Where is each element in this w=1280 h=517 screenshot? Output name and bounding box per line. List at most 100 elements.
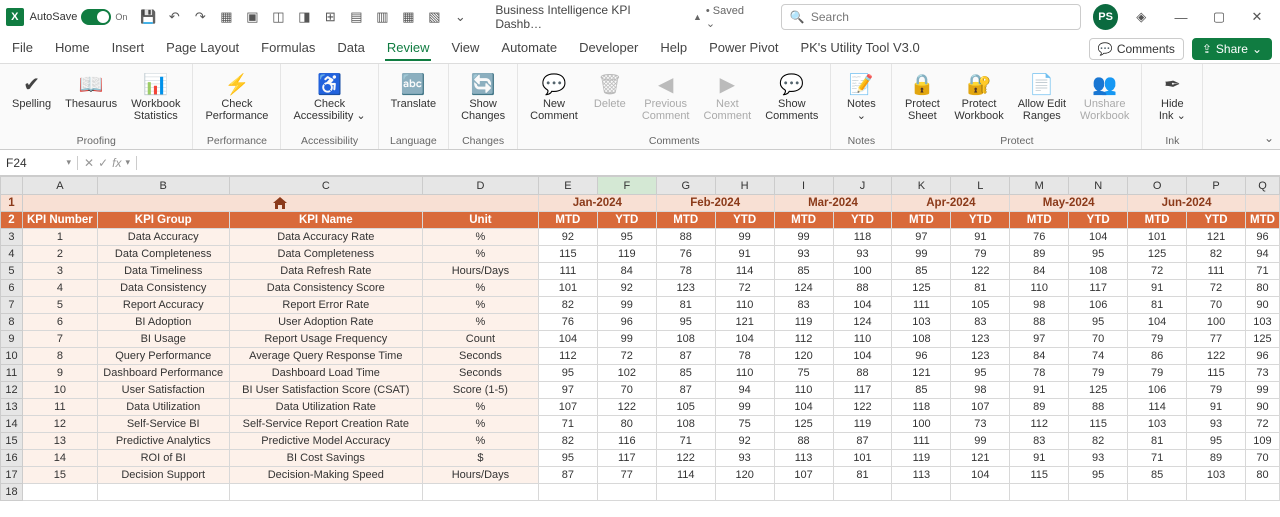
table-cell[interactable]: 117: [597, 450, 656, 467]
table-cell[interactable]: 82: [538, 433, 597, 450]
row-header[interactable]: 18: [1, 484, 23, 501]
table-cell[interactable]: 107: [951, 399, 1010, 416]
table-cell[interactable]: Data Accuracy: [97, 229, 229, 246]
table-cell[interactable]: [774, 484, 833, 501]
table-cell[interactable]: 88: [656, 229, 715, 246]
table-cell[interactable]: 110: [774, 382, 833, 399]
table-cell[interactable]: 88: [774, 433, 833, 450]
tab-home[interactable]: Home: [53, 36, 92, 61]
tab-power-pivot[interactable]: Power Pivot: [707, 36, 780, 61]
table-cell[interactable]: 93: [715, 450, 774, 467]
table-cell[interactable]: 75: [774, 365, 833, 382]
table-cell[interactable]: 118: [833, 229, 892, 246]
table-cell[interactable]: 3: [22, 263, 97, 280]
table-cell[interactable]: %: [422, 280, 538, 297]
save-icon[interactable]: 💾: [139, 8, 157, 26]
table-cell[interactable]: 2: [22, 246, 97, 263]
qat-btn-7[interactable]: ▥: [373, 8, 391, 26]
table-cell[interactable]: 108: [656, 416, 715, 433]
table-cell[interactable]: 78: [656, 263, 715, 280]
table-cell[interactable]: Report Accuracy: [97, 297, 229, 314]
table-cell[interactable]: 81: [656, 297, 715, 314]
table-cell[interactable]: 7: [22, 331, 97, 348]
table-cell[interactable]: 115: [1187, 365, 1246, 382]
table-cell[interactable]: 124: [833, 314, 892, 331]
table-cell[interactable]: BI Usage: [97, 331, 229, 348]
table-cell[interactable]: 88: [1010, 314, 1069, 331]
table-cell[interactable]: 82: [1069, 433, 1128, 450]
table-cell[interactable]: 79: [1128, 331, 1187, 348]
table-cell[interactable]: 70: [1245, 450, 1279, 467]
table-cell[interactable]: 119: [892, 450, 951, 467]
table-cell[interactable]: 104: [538, 331, 597, 348]
table-cell[interactable]: 9: [22, 365, 97, 382]
table-cell[interactable]: 80: [1245, 467, 1279, 484]
table-cell[interactable]: 95: [538, 365, 597, 382]
row-header[interactable]: 8: [1, 314, 23, 331]
col-header-C[interactable]: C: [229, 177, 422, 195]
name-box[interactable]: F24 ▾: [0, 156, 78, 170]
qat-btn-9[interactable]: ▧: [425, 8, 443, 26]
table-cell[interactable]: 85: [1128, 467, 1187, 484]
save-status[interactable]: ▲ • Saved ⌄: [693, 5, 755, 30]
tab-page-layout[interactable]: Page Layout: [164, 36, 241, 61]
table-cell[interactable]: %: [422, 229, 538, 246]
table-cell[interactable]: 85: [656, 365, 715, 382]
table-cell[interactable]: 98: [1010, 297, 1069, 314]
table-cell[interactable]: 122: [833, 399, 892, 416]
row-header[interactable]: 10: [1, 348, 23, 365]
table-cell[interactable]: Predictive Model Accuracy: [229, 433, 422, 450]
table-cell[interactable]: 75: [715, 416, 774, 433]
table-cell[interactable]: 92: [597, 280, 656, 297]
qat-btn-5[interactable]: ⊞: [321, 8, 339, 26]
table-cell[interactable]: %: [422, 246, 538, 263]
row-header[interactable]: 16: [1, 450, 23, 467]
table-cell[interactable]: [892, 484, 951, 501]
tab-file[interactable]: File: [10, 36, 35, 61]
table-cell[interactable]: 103: [892, 314, 951, 331]
table-cell[interactable]: 84: [597, 263, 656, 280]
table-cell[interactable]: 13: [22, 433, 97, 450]
table-cell[interactable]: %: [422, 433, 538, 450]
table-cell[interactable]: 95: [1069, 314, 1128, 331]
table-cell[interactable]: 97: [892, 229, 951, 246]
table-cell[interactable]: 76: [538, 314, 597, 331]
table-cell[interactable]: 72: [597, 348, 656, 365]
table-cell[interactable]: 11: [22, 399, 97, 416]
table-cell[interactable]: 78: [715, 348, 774, 365]
table-cell[interactable]: 122: [1187, 348, 1246, 365]
table-cell[interactable]: 89: [1010, 246, 1069, 263]
table-cell[interactable]: 78: [1010, 365, 1069, 382]
table-cell[interactable]: [1010, 484, 1069, 501]
col-header-D[interactable]: D: [422, 177, 538, 195]
table-cell[interactable]: %: [422, 297, 538, 314]
table-cell[interactable]: 121: [892, 365, 951, 382]
table-cell[interactable]: 83: [1010, 433, 1069, 450]
table-cell[interactable]: 114: [715, 263, 774, 280]
table-cell[interactable]: 121: [951, 450, 1010, 467]
table-cell[interactable]: 8: [22, 348, 97, 365]
table-cell[interactable]: 100: [892, 416, 951, 433]
table-cell[interactable]: 5: [22, 297, 97, 314]
table-cell[interactable]: 81: [1128, 433, 1187, 450]
row-header[interactable]: 12: [1, 382, 23, 399]
table-cell[interactable]: ROI of BI: [97, 450, 229, 467]
table-cell[interactable]: 99: [715, 399, 774, 416]
table-cell[interactable]: 117: [1069, 280, 1128, 297]
row-header[interactable]: 7: [1, 297, 23, 314]
table-cell[interactable]: 95: [1069, 246, 1128, 263]
table-cell[interactable]: 79: [1069, 365, 1128, 382]
table-cell[interactable]: User Adoption Rate: [229, 314, 422, 331]
table-cell[interactable]: 115: [1010, 467, 1069, 484]
tab-insert[interactable]: Insert: [110, 36, 147, 61]
table-cell[interactable]: 125: [774, 416, 833, 433]
row-header[interactable]: 17: [1, 467, 23, 484]
table-cell[interactable]: 95: [951, 365, 1010, 382]
table-cell[interactable]: 87: [538, 467, 597, 484]
table-cell[interactable]: 83: [951, 314, 1010, 331]
table-cell[interactable]: 96: [1245, 229, 1279, 246]
table-cell[interactable]: 99: [597, 331, 656, 348]
table-cell[interactable]: 103: [1245, 314, 1279, 331]
accept-formula-icon[interactable]: ✓: [98, 156, 108, 170]
table-cell[interactable]: 124: [774, 280, 833, 297]
